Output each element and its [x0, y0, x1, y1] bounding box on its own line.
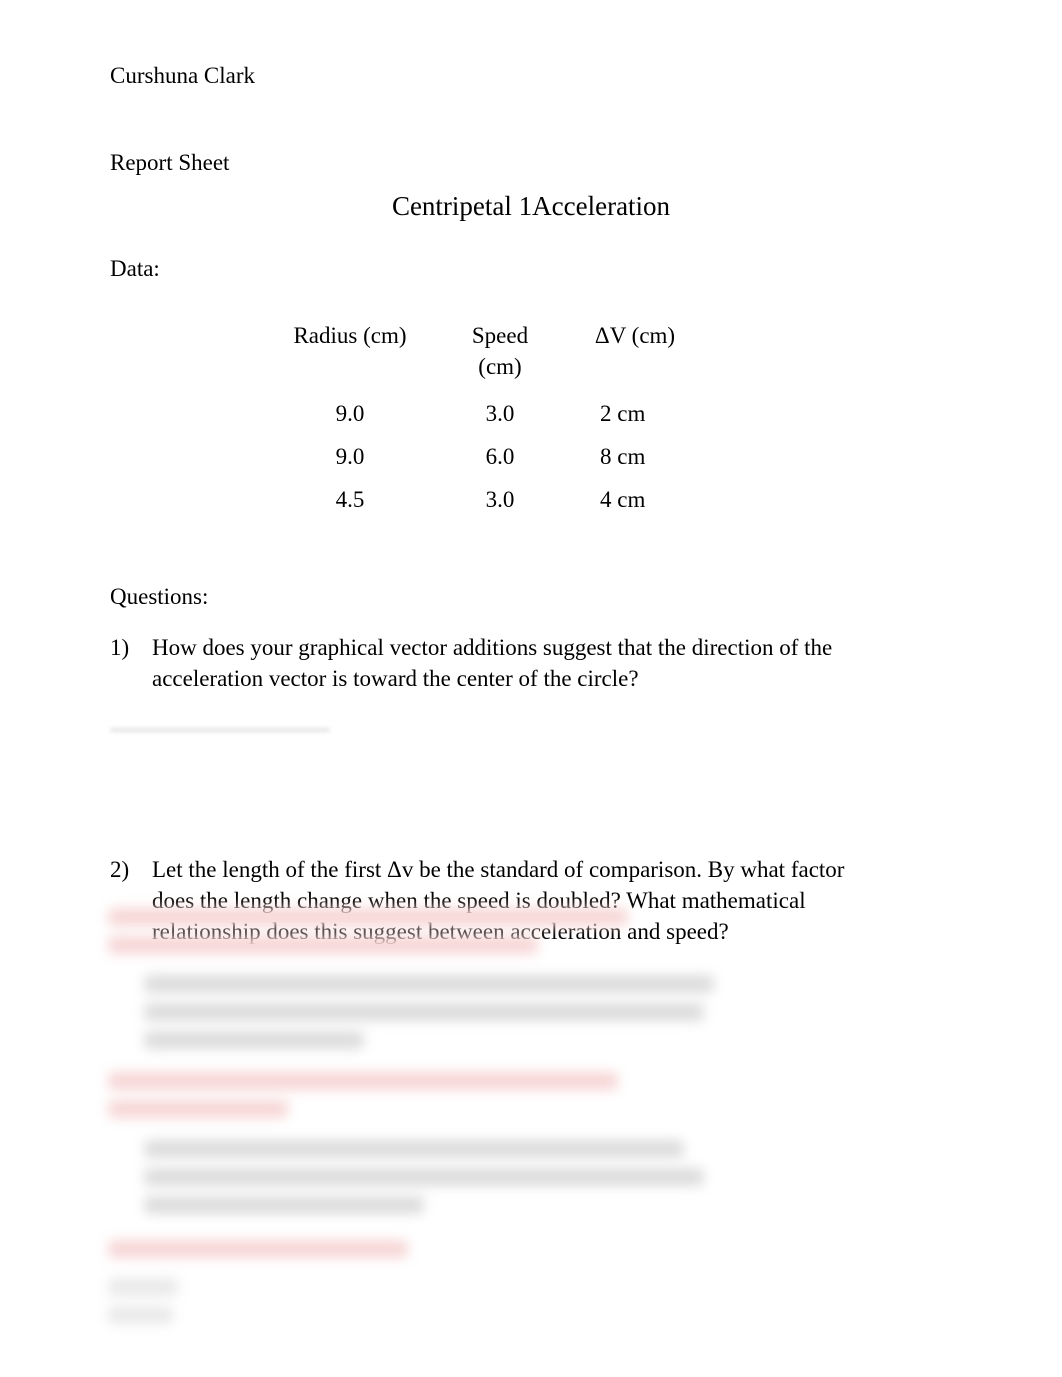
author-name: Curshuna Clark — [110, 60, 952, 91]
question-number: 1) — [110, 632, 140, 694]
cell-radius: 9.0 — [260, 392, 440, 435]
table-row: 9.0 6.0 8 cm — [260, 435, 710, 478]
data-table: Radius (cm) Speed (cm) ΔV (cm) 9.0 3.0 2… — [260, 314, 710, 521]
obscured-answer-block — [108, 908, 628, 964]
cell-delta-v: 2 cm — [560, 392, 710, 435]
obscured-divider — [110, 728, 330, 732]
obscured-answer-block — [108, 1072, 618, 1128]
obscured-question-block — [108, 975, 714, 1059]
table-header-row: Radius (cm) Speed (cm) ΔV (cm) — [260, 314, 710, 392]
obscured-answer-block — [108, 1240, 408, 1268]
cell-delta-v: 8 cm — [560, 435, 710, 478]
cell-radius: 9.0 — [260, 435, 440, 478]
questions-section-label: Questions: — [110, 581, 952, 612]
question-text: How does your graphical vector additions… — [152, 632, 952, 694]
table-row: 4.5 3.0 4 cm — [260, 478, 710, 521]
cell-delta-v: 4 cm — [560, 478, 710, 521]
report-sheet-label: Report Sheet — [110, 147, 952, 178]
header-radius: Radius (cm) — [260, 314, 440, 392]
cell-speed: 6.0 — [440, 435, 560, 478]
question-1: 1) How does your graphical vector additi… — [110, 632, 952, 694]
obscured-question-block — [108, 1140, 704, 1224]
header-speed: Speed (cm) — [440, 314, 560, 392]
cell-speed: 3.0 — [440, 392, 560, 435]
header-delta-v: ΔV (cm) — [560, 314, 710, 392]
table-row: 9.0 3.0 2 cm — [260, 392, 710, 435]
data-section-label: Data: — [110, 253, 952, 284]
cell-speed: 3.0 — [440, 478, 560, 521]
document-title: Centripetal 1Acceleration — [290, 188, 772, 224]
cell-radius: 4.5 — [260, 478, 440, 521]
obscured-text-block — [108, 1278, 178, 1334]
